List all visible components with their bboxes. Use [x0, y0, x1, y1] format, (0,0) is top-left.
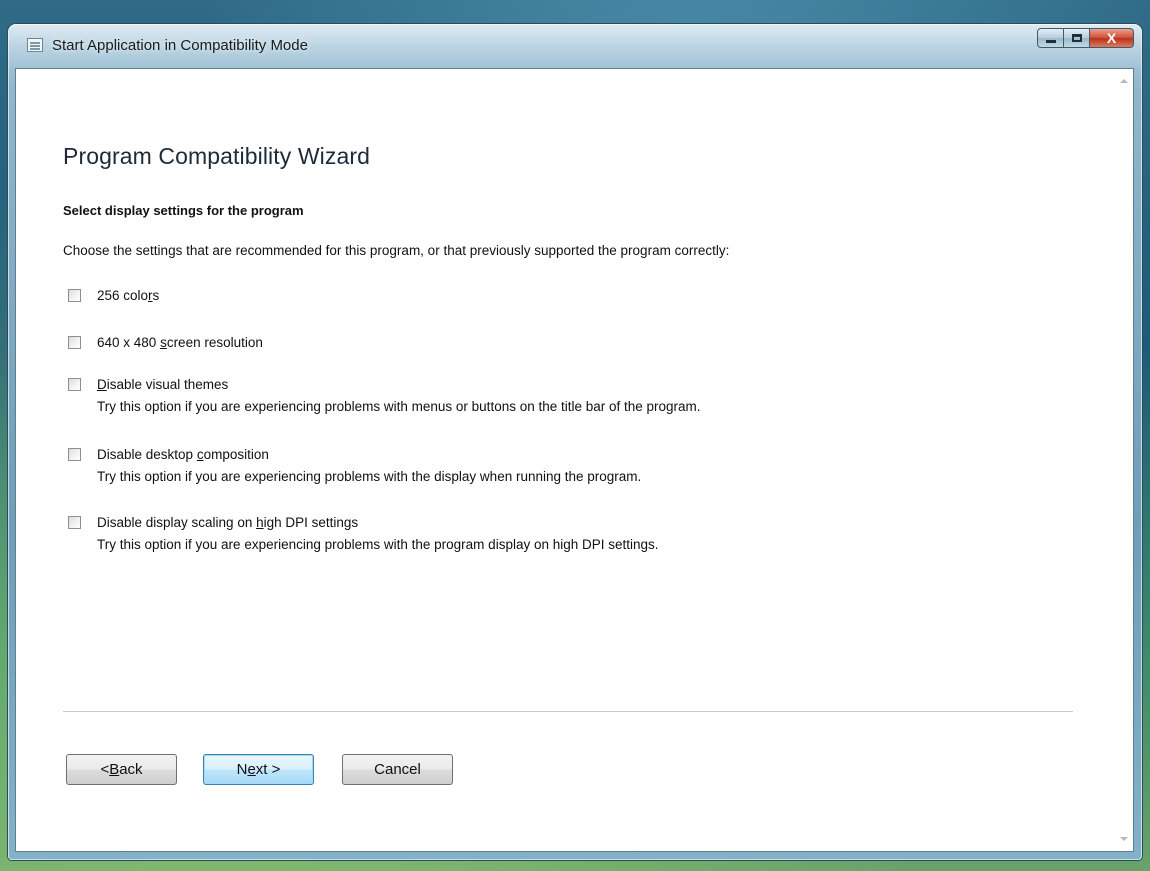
- minimize-button[interactable]: [1037, 28, 1064, 48]
- access-key: e: [247, 761, 256, 778]
- close-icon: X: [1106, 30, 1117, 46]
- wizard-window: Start Application in Compatibility Mode …: [8, 24, 1142, 860]
- option-label[interactable]: Disable desktop composition: [97, 447, 269, 462]
- scroll-up-arrow-icon[interactable]: [1120, 79, 1128, 83]
- option-description: Try this option if you are experiencing …: [97, 537, 659, 552]
- checkbox-disable-display-scaling[interactable]: [68, 516, 81, 529]
- cancel-button[interactable]: Cancel: [342, 754, 453, 785]
- option-label[interactable]: 256 colors: [97, 288, 159, 303]
- access-key: D: [97, 377, 107, 392]
- caption-buttons: X: [1037, 28, 1134, 49]
- divider: [63, 711, 1073, 712]
- checkbox-disable-desktop-composition[interactable]: [68, 448, 81, 461]
- instruction-text: Choose the settings that are recommended…: [63, 243, 730, 258]
- window-title: Start Application in Compatibility Mode: [52, 37, 308, 54]
- option-label[interactable]: 640 x 480 screen resolution: [97, 335, 263, 350]
- wizard-content: Program Compatibility Wizard Select disp…: [15, 68, 1134, 852]
- option-description: Try this option if you are experiencing …: [97, 469, 642, 484]
- back-button[interactable]: < Back: [66, 754, 177, 785]
- minimize-icon: [1045, 40, 1056, 43]
- scroll-down-arrow-icon[interactable]: [1120, 837, 1128, 841]
- title-bar[interactable]: Start Application in Compatibility Mode …: [8, 24, 1142, 68]
- checkbox-256-colors[interactable]: [68, 289, 81, 302]
- option-label[interactable]: Disable visual themes: [97, 377, 228, 392]
- access-key: c: [196, 447, 204, 462]
- wizard-heading: Program Compatibility Wizard: [63, 143, 370, 169]
- section-title: Select display settings for the program: [63, 203, 304, 218]
- checkbox-disable-visual-themes[interactable]: [68, 378, 81, 391]
- maximize-icon: [1071, 34, 1082, 42]
- option-description: Try this option if you are experiencing …: [97, 399, 701, 414]
- option-label[interactable]: Disable display scaling on high DPI sett…: [97, 515, 358, 530]
- close-button[interactable]: X: [1090, 28, 1134, 48]
- vertical-scrollbar[interactable]: [1116, 69, 1133, 851]
- next-button[interactable]: Ne xt >: [203, 754, 314, 785]
- access-key: h: [256, 515, 264, 530]
- access-key: s: [160, 335, 167, 350]
- access-key: B: [109, 761, 120, 778]
- window-list-icon[interactable]: [27, 38, 43, 52]
- maximize-button[interactable]: [1064, 28, 1090, 48]
- checkbox-640x480-resolution[interactable]: [68, 336, 81, 349]
